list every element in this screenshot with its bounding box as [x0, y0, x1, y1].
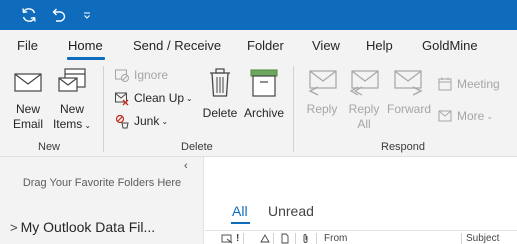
filter-tab-all[interactable]: All: [232, 203, 248, 219]
message-list-header: ! From Subject: [205, 230, 517, 244]
new-items-button[interactable]: New Items ⌄: [50, 67, 94, 133]
attachment-icon[interactable]: [302, 232, 310, 244]
junk-button[interactable]: Junk ⌄: [113, 111, 168, 131]
new-email-label-2: Email: [12, 117, 43, 131]
filter-tab-unread[interactable]: Unread: [268, 203, 314, 219]
archive-icon: [248, 67, 280, 104]
archive-label: Archive: [243, 106, 284, 120]
active-tab-indicator: [67, 57, 105, 60]
delete-label: Delete: [202, 106, 238, 120]
clean-up-icon: [113, 89, 131, 107]
chevron-down-icon: ⌄: [84, 121, 92, 130]
tab-file[interactable]: File: [17, 38, 38, 53]
group-separator: [293, 66, 294, 152]
clean-up-label: Clean Up: [134, 91, 185, 105]
folder-item-data-file[interactable]: > My Outlook Data Fil...: [10, 219, 155, 235]
more-respond-icon: [436, 107, 454, 125]
chevron-down-icon: ⌄: [161, 116, 169, 126]
forward-icon: [393, 67, 425, 102]
reminder-icon[interactable]: [259, 232, 271, 244]
customize-qat-icon[interactable]: [76, 4, 98, 26]
reply-label: Reply: [306, 102, 338, 116]
delete-button[interactable]: Delete: [202, 67, 238, 121]
ignore-label: Ignore: [134, 68, 169, 82]
meeting-button[interactable]: Meeting: [436, 74, 500, 94]
column-separator: [243, 233, 244, 244]
tab-help[interactable]: Help: [366, 38, 393, 53]
tab-folder[interactable]: Folder: [247, 38, 284, 53]
reply-all-label-2: All: [357, 117, 371, 131]
favorites-drop-hint: Drag Your Favorite Folders Here: [22, 177, 182, 189]
ignore-icon: [113, 66, 131, 84]
tab-send-receive[interactable]: Send / Receive: [133, 38, 221, 53]
envelope-icon: [13, 67, 43, 102]
chevron-down-icon: ⌄: [486, 111, 494, 121]
chevron-right-icon[interactable]: >: [10, 220, 18, 235]
tab-view[interactable]: View: [312, 38, 340, 53]
forward-button[interactable]: Forward: [386, 67, 432, 117]
chevron-down-icon: ⌄: [186, 93, 193, 103]
more-label: More: [457, 109, 485, 123]
column-separator: [273, 233, 274, 244]
collapse-pane-icon[interactable]: ‹: [184, 160, 188, 172]
flag-status-icon[interactable]: [221, 232, 233, 244]
respond-group-label: Respond: [381, 141, 426, 153]
document-icon[interactable]: [280, 232, 290, 244]
new-items-label-1: New: [59, 102, 84, 116]
subject-column-header[interactable]: Subject: [466, 232, 499, 244]
importance-column[interactable]: !: [236, 232, 239, 244]
folder-label: My Outlook Data Fil...: [20, 219, 156, 235]
reply-icon: [306, 67, 338, 102]
group-separator: [103, 66, 104, 152]
tab-home[interactable]: Home: [68, 38, 103, 53]
from-column-header[interactable]: From: [324, 232, 347, 244]
archive-button[interactable]: Archive: [241, 67, 287, 121]
delete-group-label: Delete: [181, 141, 213, 153]
junk-label: Junk: [134, 114, 160, 128]
new-items-label-2: Items ⌄: [52, 117, 92, 131]
undo-icon[interactable]: [47, 4, 69, 26]
forward-label: Forward: [386, 102, 431, 116]
tab-goldmine[interactable]: GoldMine: [422, 38, 478, 53]
reply-all-icon: [348, 67, 380, 102]
column-separator: [461, 233, 462, 244]
title-bar: [0, 0, 517, 30]
ignore-button[interactable]: Ignore: [113, 65, 168, 85]
calendar-icon: [436, 75, 454, 93]
more-respond-button[interactable]: More ⌄: [436, 106, 493, 126]
active-filter-indicator: [231, 222, 250, 224]
clean-up-button[interactable]: Clean Up ⌄: [113, 88, 193, 108]
reply-button[interactable]: Reply: [304, 67, 340, 117]
new-email-label-1: New: [15, 102, 40, 116]
new-email-button[interactable]: New Email: [8, 67, 48, 132]
reply-all-label-1: Reply: [348, 102, 380, 116]
sync-icon[interactable]: [18, 4, 40, 26]
meeting-label: Meeting: [457, 77, 500, 91]
column-separator: [316, 233, 317, 244]
junk-icon: [113, 112, 131, 130]
trash-icon: [206, 67, 234, 104]
new-group-label: New: [38, 141, 61, 153]
column-separator: [295, 233, 296, 244]
new-items-icon: [56, 67, 88, 102]
reply-all-button[interactable]: Reply All: [346, 67, 382, 132]
